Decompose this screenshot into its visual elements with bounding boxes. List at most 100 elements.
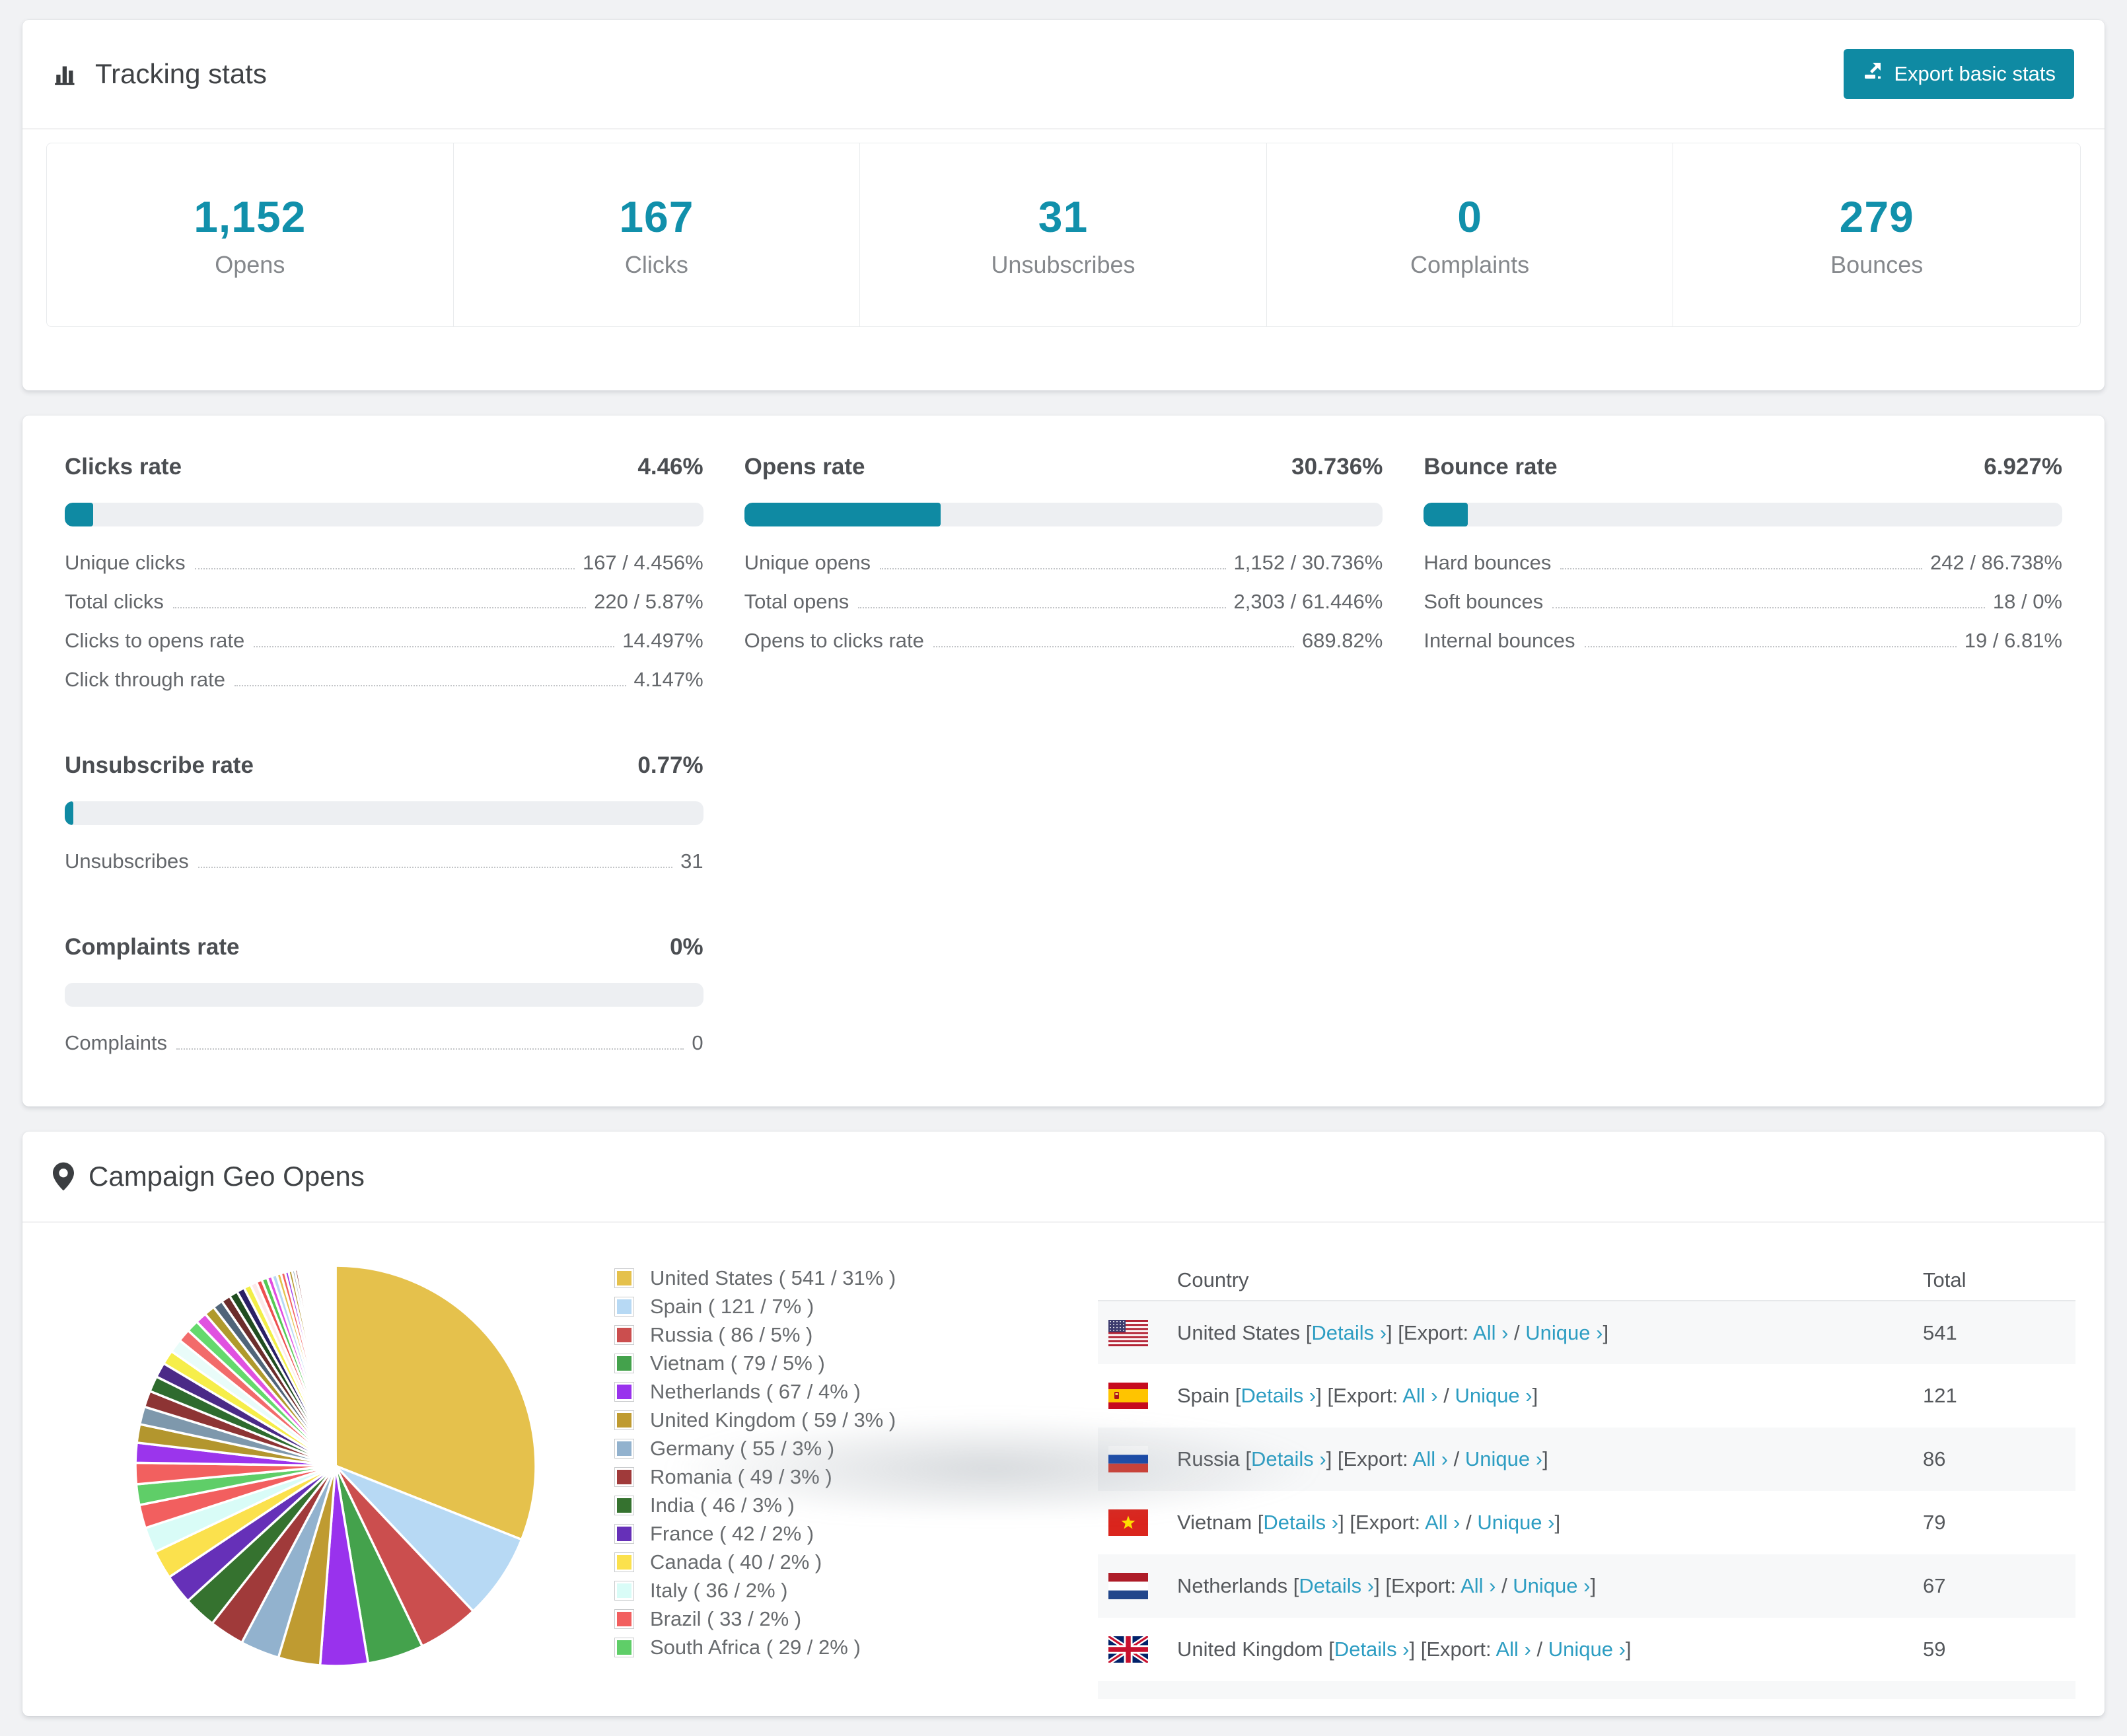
legend-item[interactable]: Vietnam ( 79 / 5% ) xyxy=(614,1352,896,1375)
table-row: United Kingdom [Details ›] [Export: All … xyxy=(1098,1618,2075,1681)
rate-block: Bounce rate 6.927% Hard bounces 242 / 86.73… xyxy=(1424,454,2062,706)
legend-label: South Africa ( 29 / 2% ) xyxy=(650,1635,861,1659)
rate-row-label: Complaints xyxy=(65,1031,168,1054)
details-link[interactable]: Details › xyxy=(1251,1447,1326,1470)
export-label: Export: xyxy=(1390,1574,1457,1597)
table-row: Russia [Details ›] [Export: All › / Uniq… xyxy=(1098,1428,2075,1491)
stat-value: 0 xyxy=(1457,192,1482,241)
export-all-link[interactable]: All › xyxy=(1413,1447,1448,1470)
legend-item[interactable]: United Kingdom ( 59 / 3% ) xyxy=(614,1408,896,1431)
rate-row: Unique clicks 167 / 4.456% xyxy=(65,550,703,575)
export-unique-link[interactable]: Unique › xyxy=(1455,1384,1532,1407)
total-cell: 86 xyxy=(1923,1447,1946,1470)
export-button-label: Export basic stats xyxy=(1894,62,2056,85)
country-row-text: United Kingdom [Details ›] [Export: All … xyxy=(1177,1638,1632,1661)
legend-item[interactable]: France ( 42 / 2% ) xyxy=(614,1522,896,1545)
progress-fill xyxy=(744,503,941,526)
export-label: Export: xyxy=(1343,1447,1408,1470)
legend-item[interactable]: Russia ( 86 / 5% ) xyxy=(614,1322,896,1346)
legend-item[interactable]: South Africa ( 29 / 2% ) xyxy=(614,1635,896,1659)
rate-block: Clicks rate 4.46% Unique clicks 167 / 4.456… xyxy=(65,454,703,706)
map-pin-icon xyxy=(53,1162,74,1191)
pie-slice[interactable] xyxy=(334,1264,337,1467)
progress-bar xyxy=(1424,503,2062,526)
legend-item[interactable]: United States ( 541 / 31% ) xyxy=(614,1266,896,1289)
export-all-link[interactable]: All › xyxy=(1425,1511,1460,1534)
rate-row-label: Opens to clicks rate xyxy=(744,629,924,652)
rate-title: Complaints rate xyxy=(65,934,240,960)
geo-card-title: Campaign Geo Opens xyxy=(53,1161,365,1192)
legend-item[interactable]: Spain ( 121 / 7% ) xyxy=(614,1295,896,1318)
rate-row: Opens to clicks rate 689.82% xyxy=(744,628,1383,653)
export-basic-stats-button[interactable]: Export basic stats xyxy=(1844,49,2074,99)
stat-box: 31 Unsubscribes xyxy=(860,143,1267,326)
rate-value: 0.77% xyxy=(637,752,703,778)
legend-swatch xyxy=(614,1466,634,1487)
rate-row-label: Click through rate xyxy=(65,668,225,691)
legend-item[interactable]: Germany ( 55 / 3% ) xyxy=(614,1437,896,1460)
details-link[interactable]: Details › xyxy=(1299,1574,1374,1597)
details-link[interactable]: Details › xyxy=(1241,1384,1316,1407)
export-all-link[interactable]: All › xyxy=(1473,1321,1508,1344)
rate-rows: Complaints 0 xyxy=(65,1031,703,1055)
export-unique-link[interactable]: Unique › xyxy=(1465,1447,1542,1470)
export-all-link[interactable]: All › xyxy=(1402,1384,1437,1407)
rate-block: Complaints rate 0% Complaints 0 xyxy=(65,934,703,1069)
country-cell: Russia [Details ›] [Export: All › / Uniq… xyxy=(1098,1428,1922,1491)
export-all-link[interactable]: All › xyxy=(1496,1638,1531,1661)
details-link[interactable]: Details › xyxy=(1263,1511,1338,1534)
details-link[interactable]: Details › xyxy=(1334,1638,1410,1661)
export-label: Export: xyxy=(1426,1638,1492,1661)
table-header-row: Country Total xyxy=(1098,1260,2075,1301)
legend-label: Italy ( 36 / 2% ) xyxy=(650,1578,788,1602)
export-label: Export: xyxy=(1355,1511,1421,1534)
rate-value: 30.736% xyxy=(1291,454,1383,480)
legend-swatch xyxy=(614,1381,634,1402)
legend-label: Canada ( 40 / 2% ) xyxy=(650,1550,822,1573)
stat-value: 1,152 xyxy=(194,192,306,241)
rates-card: Clicks rate 4.46% Unique clicks 167 / 4.456… xyxy=(22,416,2105,1106)
rate-row-label: Unique opens xyxy=(744,551,871,574)
geo-body: United States ( 541 / 31% ) Spain ( 121 /… xyxy=(22,1223,2105,1716)
rate-row: Click through rate 4.147% xyxy=(65,667,703,692)
export-unique-link[interactable]: Unique › xyxy=(1513,1574,1590,1597)
stat-value: 167 xyxy=(619,192,694,241)
stat-box: 0 Complaints xyxy=(1267,143,1674,326)
export-label: Export: xyxy=(1403,1320,1469,1344)
rate-row-value: 1,152 / 30.736% xyxy=(1233,551,1383,574)
export-unique-link[interactable]: Unique › xyxy=(1525,1321,1603,1344)
geo-pie-chart[interactable] xyxy=(131,1260,540,1669)
legend-swatch xyxy=(614,1523,634,1544)
legend-item[interactable]: Brazil ( 33 / 2% ) xyxy=(614,1607,896,1630)
legend-item[interactable]: India ( 46 / 3% ) xyxy=(614,1494,896,1517)
rate-row-label: Clicks to opens rate xyxy=(65,629,245,652)
stat-label: Opens xyxy=(215,250,285,278)
campaign-geo-opens-card: Campaign Geo Opens United States ( 541 /… xyxy=(22,1132,2105,1716)
rate-row-value: 18 / 0% xyxy=(1992,590,2062,613)
legend-item[interactable]: Netherlands ( 67 / 4% ) xyxy=(614,1380,896,1403)
legend-swatch xyxy=(614,1410,634,1430)
export-unique-link[interactable]: Unique › xyxy=(1477,1511,1554,1534)
pie-legend: United States ( 541 / 31% ) Spain ( 121 /… xyxy=(614,1266,896,1665)
rate-row-value: 689.82% xyxy=(1301,629,1383,652)
rate-row: Internal bounces 19 / 6.81% xyxy=(1424,628,2062,653)
flag-icon-es xyxy=(1108,1383,1148,1409)
export-all-link[interactable]: All › xyxy=(1460,1574,1496,1597)
dotted-leader xyxy=(933,646,1294,647)
total-cell: 55 xyxy=(1922,1681,2075,1699)
rate-row-label: Hard bounces xyxy=(1424,551,1552,574)
geo-table: Country Total United States [Details ›] … xyxy=(1098,1260,2075,1699)
legend-item[interactable]: Italy ( 36 / 2% ) xyxy=(614,1578,896,1602)
rate-rows: Hard bounces 242 / 86.738% Soft bounces 18 … xyxy=(1424,550,2062,653)
stat-label: Complaints xyxy=(1410,250,1530,278)
dotted-leader xyxy=(254,646,615,647)
progress-bar xyxy=(744,503,1383,526)
legend-item[interactable]: Canada ( 40 / 2% ) xyxy=(614,1550,896,1573)
rate-row-value: 4.147% xyxy=(633,668,703,691)
details-link[interactable]: Details › xyxy=(1311,1321,1387,1344)
legend-label: Russia ( 86 / 5% ) xyxy=(650,1322,813,1346)
legend-item[interactable]: Romania ( 49 / 3% ) xyxy=(614,1465,896,1488)
export-unique-link[interactable]: Unique › xyxy=(1548,1638,1626,1661)
rate-row-label: Soft bounces xyxy=(1424,590,1544,613)
rate-row-value: 0 xyxy=(692,1031,703,1054)
